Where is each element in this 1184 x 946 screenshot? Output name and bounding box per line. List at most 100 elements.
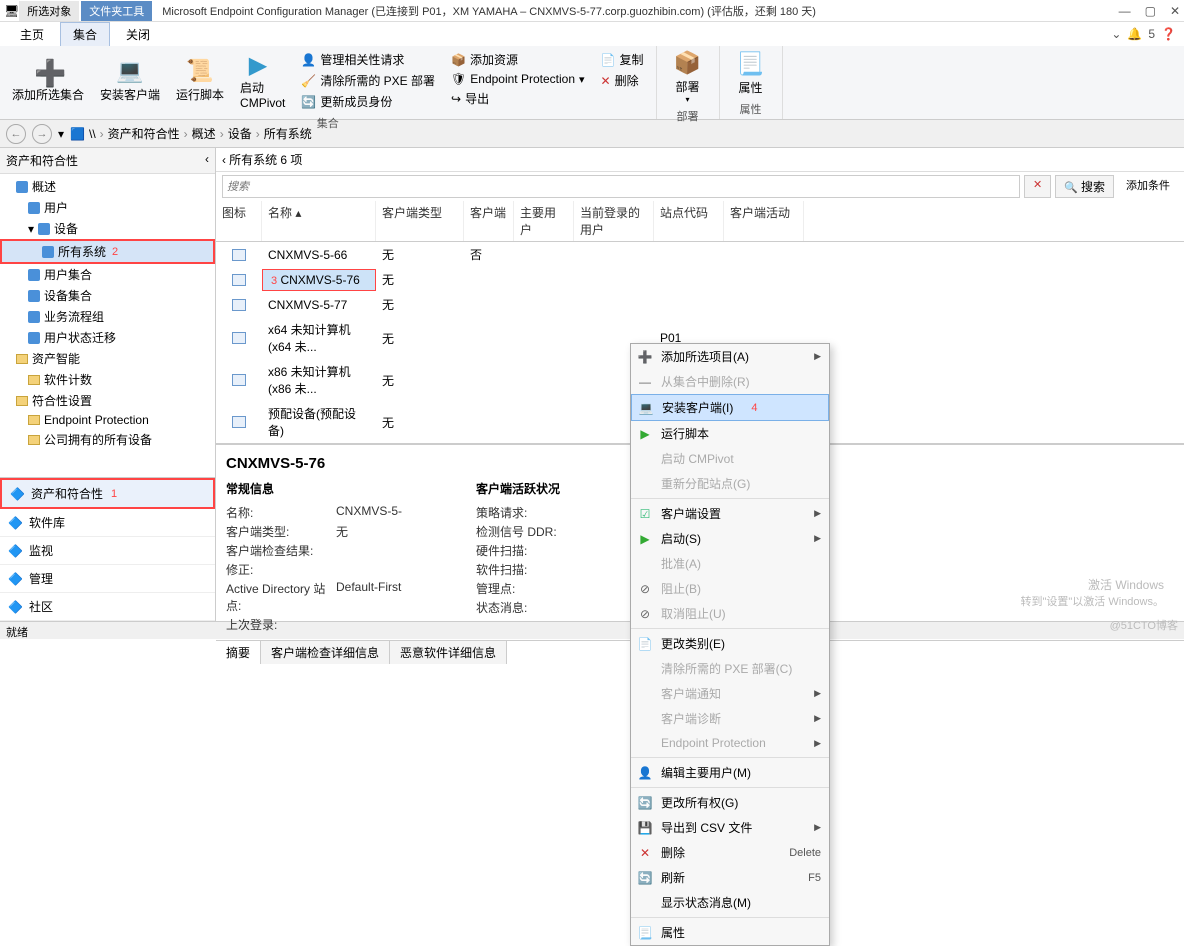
ctx-item[interactable]: 💾导出到 CSV 文件▶ xyxy=(631,815,829,840)
tab-home[interactable]: 主页 xyxy=(8,23,56,46)
tree-node[interactable]: ▾ 设备 xyxy=(0,218,215,239)
tree-node[interactable]: 用户状态迁移 xyxy=(0,327,215,348)
tree-node[interactable]: 业务流程组 xyxy=(0,306,215,327)
tab-collection[interactable]: 集合 xyxy=(60,22,110,46)
col-site[interactable]: 站点代码 xyxy=(654,201,724,241)
tree-node[interactable]: 公司拥有的所有设备 xyxy=(0,429,215,450)
detail-tab-summary[interactable]: 摘要 xyxy=(216,641,261,664)
ctx-item[interactable]: ➕添加所选项目(A)▶ xyxy=(631,344,829,369)
tree-node[interactable]: 所有系统2 xyxy=(0,239,215,264)
ribbon-manage-req[interactable]: 👤管理相关性请求 xyxy=(297,50,439,69)
tree-node[interactable]: 符合性设置 xyxy=(0,390,215,411)
ctx-icon xyxy=(637,895,653,911)
ctx-item[interactable]: 🔄更改所有权(G) xyxy=(631,790,829,815)
dropdown-icon[interactable]: ⌄ xyxy=(1111,27,1121,41)
ctx-icon: 👤 xyxy=(637,765,653,781)
navpane-button[interactable]: 🔷软件库 xyxy=(0,509,215,537)
nav-icon: 🔷 xyxy=(8,600,23,614)
delete-icon: ✕ xyxy=(601,74,611,88)
navpane-button[interactable]: 🔷资产和符合性1 xyxy=(0,478,215,509)
ribbon-cmpivot[interactable]: ▶启动 CMPivot xyxy=(234,48,291,113)
maximize-icon[interactable]: ▢ xyxy=(1145,4,1156,18)
ribbon-export[interactable]: ↪导出 xyxy=(447,89,589,108)
tree-node[interactable]: 用户集合 xyxy=(0,264,215,285)
ribbon-delete[interactable]: ✕删除 xyxy=(597,71,648,90)
table-row[interactable]: CNXMVS-5-77无 xyxy=(216,292,1184,317)
ribbon-install-client[interactable]: 💻安装客户端 xyxy=(94,48,166,113)
pc-icon xyxy=(232,299,246,311)
ctx-item[interactable]: ✕删除Delete xyxy=(631,840,829,865)
table-row[interactable]: CNXMVS-5-66无否 xyxy=(216,242,1184,267)
nav-fwd[interactable]: → xyxy=(32,124,52,144)
tree-node[interactable]: 软件计数 xyxy=(0,369,215,390)
tree-node[interactable]: 资产智能 xyxy=(0,348,215,369)
ribbon-run-script[interactable]: 📜运行脚本 xyxy=(170,48,230,113)
main-header: ‹ 所有系统 6 项 xyxy=(216,148,1184,172)
add-criteria[interactable]: 添加条件 xyxy=(1118,175,1178,198)
ribbon-deploy[interactable]: 📦部署▾ xyxy=(663,48,713,106)
nav-dropdown[interactable]: ▾ xyxy=(58,127,64,141)
breadcrumb[interactable]: 🟦\\› 资产和符合性› 概述› 设备› 所有系统 xyxy=(70,125,1178,142)
ctx-item[interactable]: 显示状态消息(M) xyxy=(631,890,829,915)
ribbon-clear-pxe[interactable]: 🧹清除所需的 PXE 部署 xyxy=(297,71,439,90)
help-icon[interactable]: ❓ xyxy=(1161,27,1176,41)
col-type[interactable]: 客户端类型 xyxy=(376,201,464,241)
col-icon[interactable]: 图标 xyxy=(216,201,262,241)
tree-node[interactable]: 设备集合 xyxy=(0,285,215,306)
bell-icon[interactable]: 🔔 xyxy=(1127,27,1142,41)
detail-tab-clientcheck[interactable]: 客户端检查详细信息 xyxy=(261,641,390,664)
ctx-icon: ▶ xyxy=(637,426,653,442)
ctx-icon xyxy=(637,735,653,751)
navpane-button[interactable]: 🔷社区 xyxy=(0,593,215,621)
tree-node[interactable]: 用户 xyxy=(0,197,215,218)
ribbon-add-collection[interactable]: ➕添加所选集合 xyxy=(6,48,90,113)
navpane-button[interactable]: 🔷管理 xyxy=(0,565,215,593)
title-tab-folder[interactable]: 文件夹工具 xyxy=(81,1,152,21)
ctx-icon: ▶ xyxy=(637,531,653,547)
tree-node[interactable]: Endpoint Protection xyxy=(0,411,215,429)
search-input[interactable] xyxy=(222,175,1020,198)
pc-icon xyxy=(232,274,246,286)
close-icon[interactable]: ✕ xyxy=(1170,4,1180,18)
nav-back[interactable]: ← xyxy=(6,124,26,144)
blog-watermark: @51CTO博客 xyxy=(1110,617,1178,633)
ctx-item[interactable]: 📄更改类别(E) xyxy=(631,631,829,656)
ctx-icon: 📄 xyxy=(637,636,653,652)
sidebar-header: 资产和符合性‹ xyxy=(0,148,215,174)
col-act[interactable]: 客户端活动 xyxy=(724,201,804,241)
ctx-item[interactable]: ☑客户端设置▶ xyxy=(631,501,829,526)
detail-tab-malware[interactable]: 恶意软件详细信息 xyxy=(390,641,507,664)
search-button[interactable]: 🔍 搜索 xyxy=(1055,175,1114,198)
col-client[interactable]: 客户端 xyxy=(464,201,514,241)
ctx-icon: 💾 xyxy=(637,820,653,836)
tab-close[interactable]: 关闭 xyxy=(114,23,162,46)
pc-icon xyxy=(232,374,246,386)
col-login[interactable]: 当前登录的用户 xyxy=(574,201,654,241)
ctx-item[interactable]: 👤编辑主要用户(M) xyxy=(631,760,829,785)
ctx-item[interactable]: 🔄刷新F5 xyxy=(631,865,829,890)
ctx-item[interactable]: ▶启动(S)▶ xyxy=(631,526,829,551)
ribbon-ep[interactable]: 🛡Endpoint Protection ▾ xyxy=(447,71,589,87)
col-user[interactable]: 主要用户 xyxy=(514,201,574,241)
ctx-item[interactable]: 💻安装客户端(I)4 xyxy=(631,394,829,421)
ctx-item: —从集合中删除(R) xyxy=(631,369,829,394)
ctx-item[interactable]: ▶运行脚本 xyxy=(631,421,829,446)
ctx-item[interactable]: 📃属性 xyxy=(631,920,829,945)
collapse-icon[interactable]: ‹ xyxy=(205,152,209,169)
ribbon-group-prop-label: 属性 xyxy=(726,99,776,117)
title-tab-selected[interactable]: 所选对象 xyxy=(19,1,79,21)
navpane-button[interactable]: 🔷监视 xyxy=(0,537,215,565)
minimize-icon[interactable]: — xyxy=(1119,4,1131,18)
clear-button[interactable]: ✕ xyxy=(1024,175,1051,198)
ctx-icon xyxy=(637,556,653,572)
ribbon-copy[interactable]: 📄复制 xyxy=(597,50,648,69)
ribbon-update-members[interactable]: 🔄更新成员身份 xyxy=(297,92,439,111)
tree-node[interactable]: 概述 xyxy=(0,176,215,197)
back-icon[interactable]: ‹ xyxy=(222,153,226,167)
ribbon-add-resource[interactable]: 📦添加资源 xyxy=(447,50,589,69)
table-row[interactable]: 3 CNXMVS-5-76无 xyxy=(216,267,1184,292)
col-name[interactable]: 名称 ▴ xyxy=(262,201,376,241)
tree: 概述用户▾ 设备所有系统2用户集合设备集合业务流程组用户状态迁移资产智能软件计数… xyxy=(0,174,215,477)
ribbon-properties[interactable]: 📃属性 xyxy=(726,48,776,99)
detail-row: 修正: xyxy=(226,560,416,579)
